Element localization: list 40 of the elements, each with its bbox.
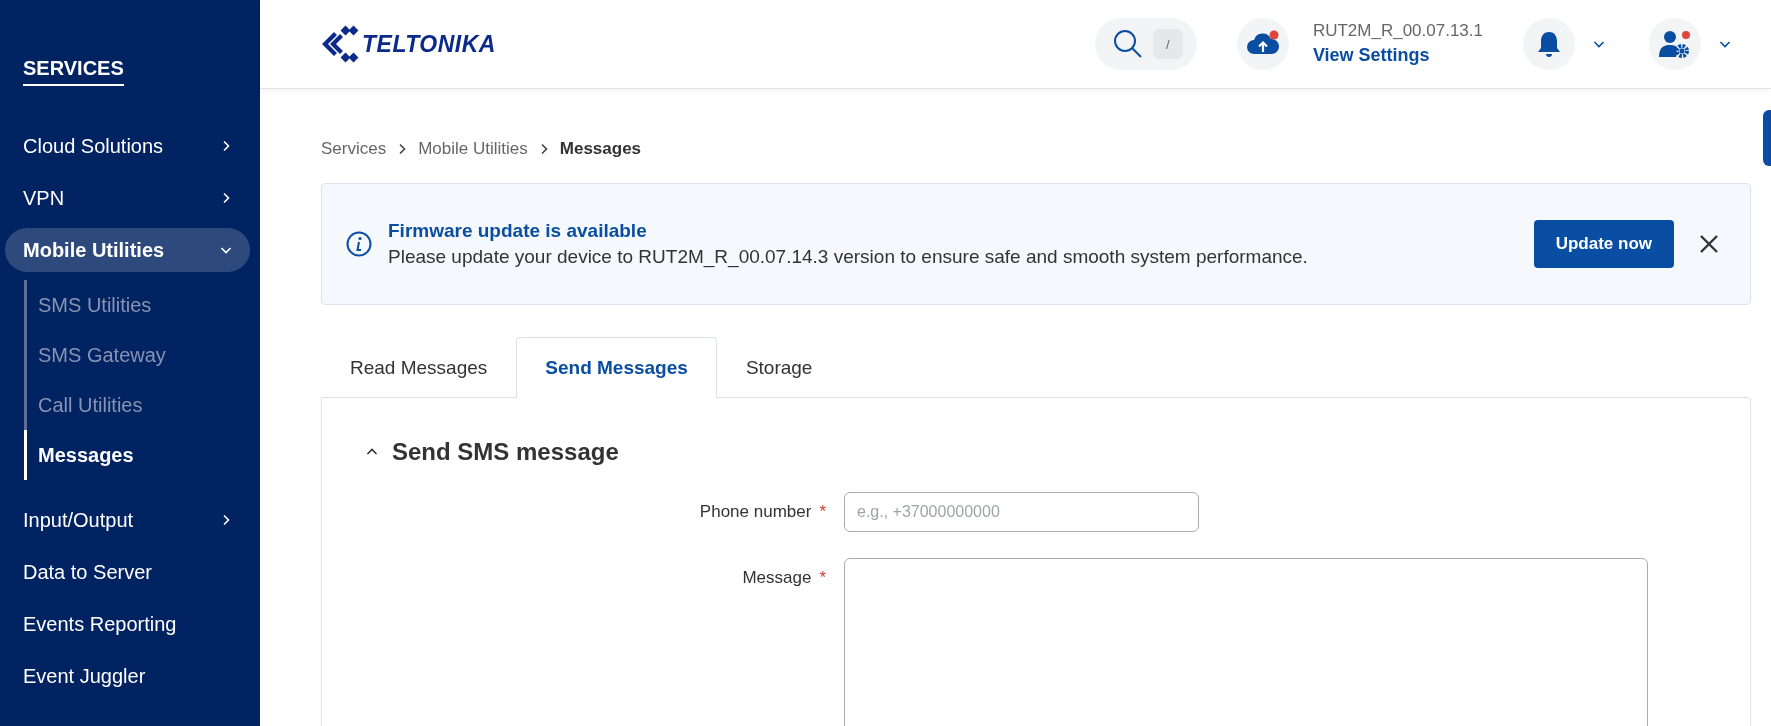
- sidebar-subitem[interactable]: Call Utilities: [24, 380, 260, 430]
- sidebar-subitem[interactable]: SMS Utilities: [24, 280, 260, 330]
- close-icon: [1700, 235, 1718, 253]
- sidebar-title: SERVICES: [23, 57, 124, 86]
- breadcrumb-link[interactable]: Mobile Utilities: [418, 139, 528, 159]
- tab[interactable]: Storage: [716, 337, 842, 397]
- banner-message: Please update your device to RUT2M_R_00.07.14.3 version to ensure safe and smooth system performance.: [388, 246, 1309, 268]
- banner-title: Firmware update is available: [388, 220, 648, 242]
- sidebar-item[interactable]: Mobile Utilities: [5, 228, 250, 272]
- phone-number-field[interactable]: e.g., +37000000000: [844, 492, 1199, 532]
- sidebar-item[interactable]: Data to Server: [5, 550, 250, 594]
- search-icon: [1112, 29, 1143, 59]
- sidebar-subitem[interactable]: SMS Gateway: [24, 330, 260, 380]
- sidebar-item[interactable]: VPN: [5, 176, 250, 220]
- update-now-button[interactable]: Update now: [1533, 220, 1674, 268]
- user-settings-icon: [1659, 29, 1691, 59]
- side-tab[interactable]: [1763, 110, 1771, 166]
- shortcut-key: /: [1152, 29, 1183, 59]
- sidebar-subitem[interactable]: Messages: [24, 430, 260, 480]
- tab[interactable]: Read Messages: [321, 337, 517, 397]
- tab[interactable]: Send Messages: [516, 337, 717, 398]
- firmware-version: RUT2M_R_00.07.13.1: [1312, 20, 1483, 43]
- view-settings-link[interactable]: View Settings: [1312, 43, 1483, 68]
- user-menu-button[interactable]: [1649, 18, 1701, 70]
- breadcrumb-link[interactable]: Services: [321, 139, 387, 159]
- breadcrumb-current: Messages: [559, 139, 642, 159]
- section-title: Send SMS message: [392, 438, 619, 466]
- search-button[interactable]: /: [1094, 18, 1197, 70]
- sidebar-item[interactable]: Input/Output: [5, 498, 250, 542]
- sidebar-item[interactable]: Events Reporting: [5, 602, 250, 646]
- field-label: Message: [742, 568, 812, 588]
- sidebar-item[interactable]: Event Juggler: [5, 654, 250, 698]
- field-label: Phone number: [699, 502, 812, 522]
- sidebar-item[interactable]: Cloud Solutions: [5, 124, 250, 168]
- required-mark: *: [819, 502, 826, 522]
- required-mark: *: [819, 568, 826, 588]
- notifications-button[interactable]: [1523, 18, 1575, 70]
- logo-text: TELTONIKA: [362, 30, 496, 58]
- info-icon: [346, 231, 372, 257]
- bell-icon: [1537, 30, 1561, 58]
